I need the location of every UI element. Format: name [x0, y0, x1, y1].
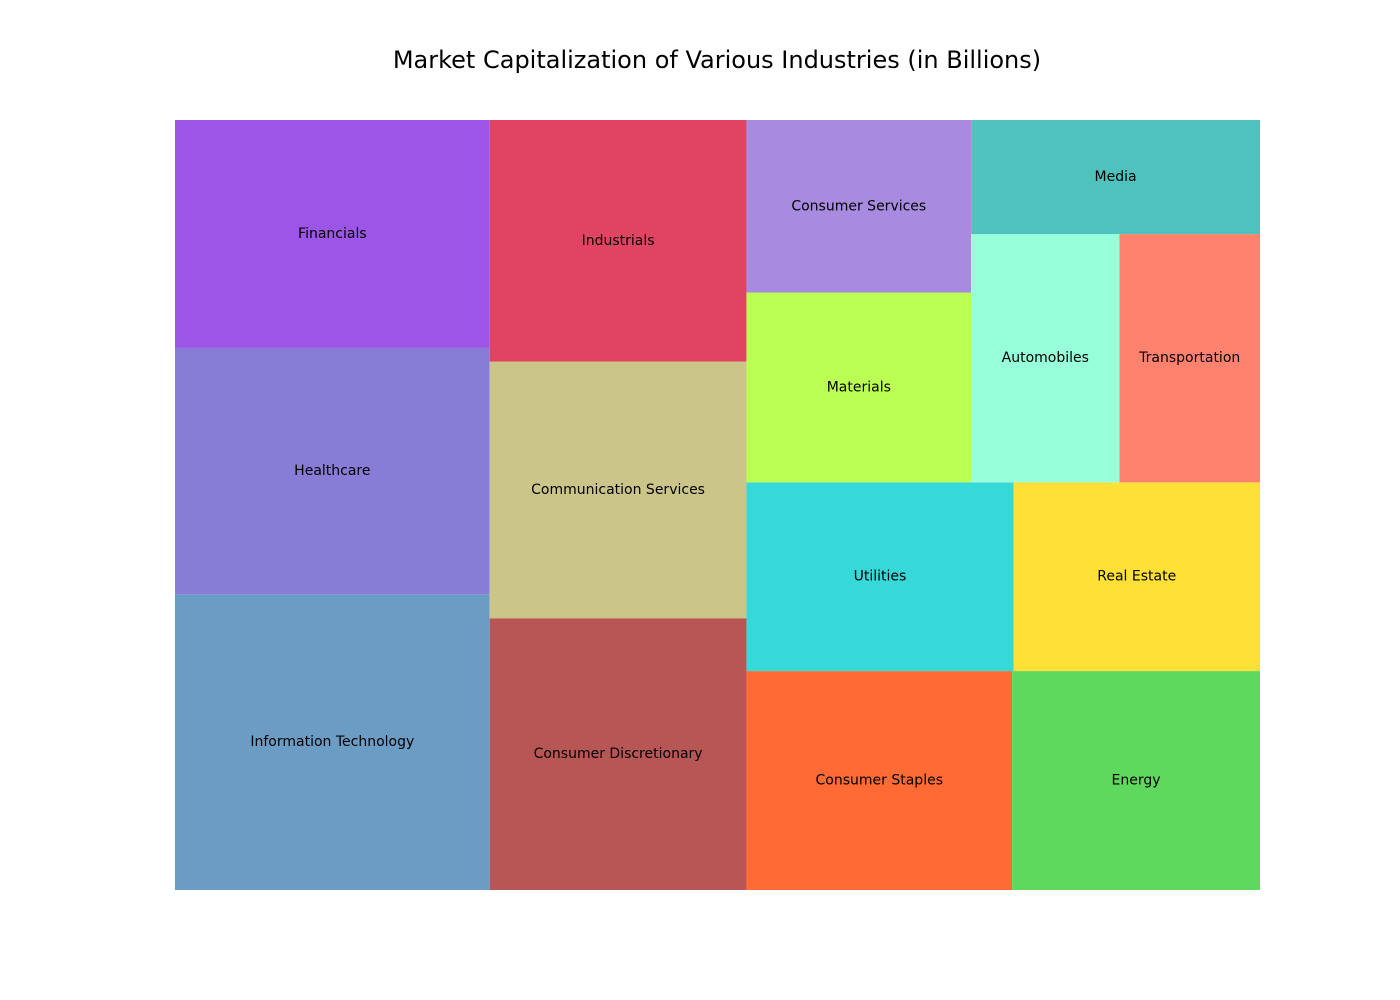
treemap-label-utilities: Utilities [854, 569, 907, 585]
treemap-label-transportation: Transportation [1138, 350, 1240, 366]
treemap-label-energy: Energy [1112, 773, 1161, 789]
chart-page: Market Capitalization of Various Industr… [0, 0, 1400, 1000]
treemap-chart: Information Technology Healthcare Financia… [175, 120, 1260, 890]
treemap-label-real-estate: Real Estate [1097, 569, 1176, 585]
treemap-label-consumer-staples: Consumer Staples [816, 773, 943, 789]
treemap-label-information-technology: Information Technology [250, 734, 414, 750]
treemap-label-communication-services: Communication Services [531, 482, 705, 498]
treemap-label-media: Media [1095, 169, 1137, 185]
treemap-label-financials: Financials [298, 226, 367, 242]
treemap-label-automobiles: Automobiles [1002, 350, 1089, 366]
treemap-label-consumer-services: Consumer Services [791, 198, 926, 214]
treemap-label-consumer-discretionary: Consumer Discretionary [534, 746, 703, 762]
treemap-label-industrials: Industrials [582, 233, 655, 249]
treemap-label-healthcare: Healthcare [294, 463, 370, 479]
treemap-label-materials: Materials [827, 379, 891, 395]
